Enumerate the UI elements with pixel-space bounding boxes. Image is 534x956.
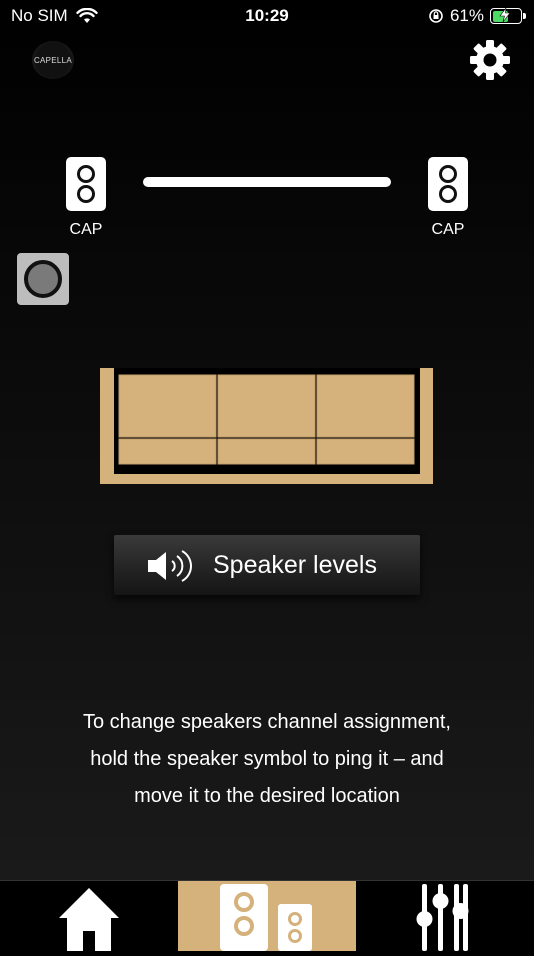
tweeter-circle (439, 165, 457, 183)
sliders-icon (416, 884, 469, 951)
left-speaker-label: CAP (69, 221, 103, 238)
ping-button[interactable] (17, 253, 69, 305)
tab-bar (0, 880, 534, 951)
woofer-circle (439, 185, 457, 203)
volume-icon (148, 550, 192, 582)
speaker-levels-button[interactable]: Speaker levels (114, 535, 420, 595)
battery-icon (490, 7, 526, 24)
help-text: To change speakers channel assignment, h… (30, 704, 504, 815)
speaker-levels-label: Speaker levels (213, 551, 377, 579)
tab-equalizer[interactable] (356, 881, 534, 951)
charging-bolt-icon (499, 7, 511, 23)
woofer-circle (77, 185, 95, 203)
battery-nub (523, 13, 526, 19)
capella-logo: CAPELLA (32, 41, 74, 79)
orientation-lock-icon (429, 9, 443, 23)
circle-icon (24, 260, 62, 298)
right-speaker-label: CAP (431, 221, 465, 238)
sofa-icon (100, 368, 433, 484)
right-speaker-button[interactable] (428, 157, 468, 211)
help-line-2: hold the speaker symbol to ping it – and (90, 748, 444, 770)
help-line-3: move it to the desired location (134, 785, 400, 807)
help-line-1: To change speakers channel assignment, (82, 711, 451, 733)
balance-bar[interactable] (143, 177, 391, 187)
status-bar: No SIM 10:29 61% (0, 0, 534, 32)
tweeter-circle (77, 165, 95, 183)
left-speaker-button[interactable] (66, 157, 106, 211)
status-right: 61% (428, 6, 526, 26)
speakers-icon (220, 884, 312, 951)
battery-percent: 61% (449, 6, 484, 25)
house-icon (59, 888, 119, 951)
tab-speakers[interactable] (178, 881, 356, 951)
gear-icon[interactable] (468, 38, 512, 82)
tab-home[interactable] (0, 881, 178, 951)
